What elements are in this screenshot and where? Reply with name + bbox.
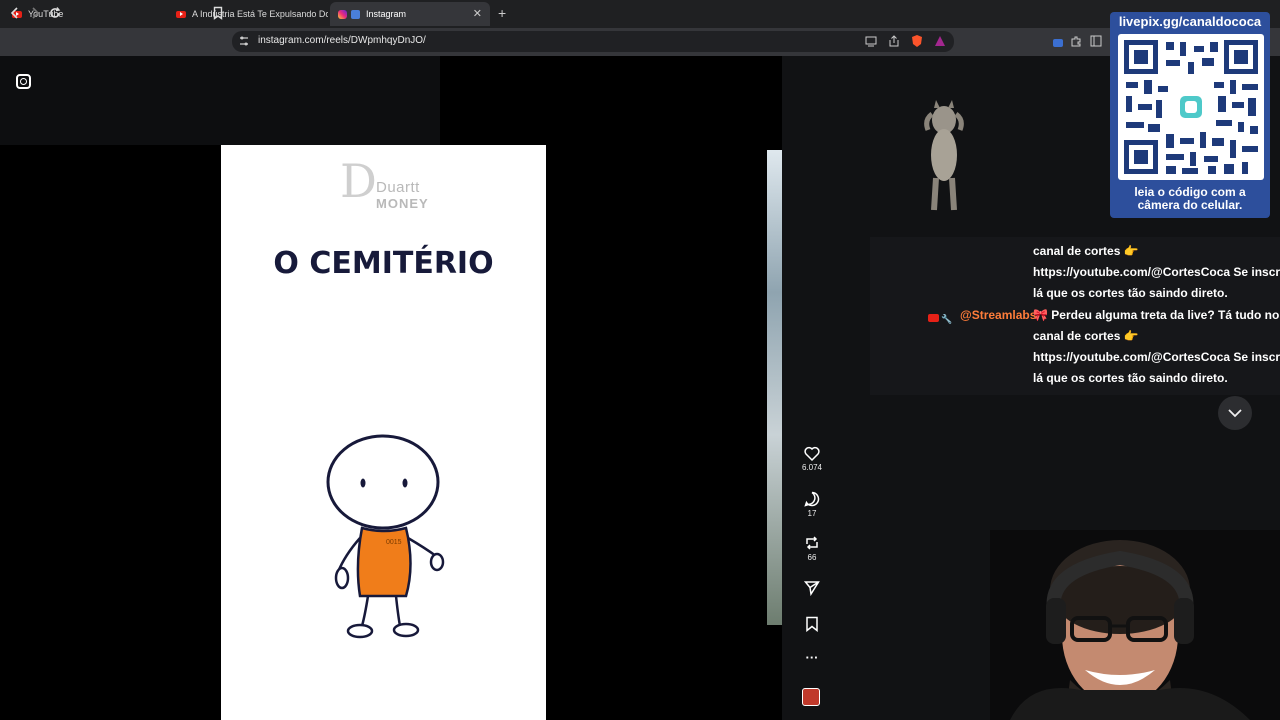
qr-code-graphic (1124, 40, 1258, 174)
brave-rewards-icon[interactable] (934, 35, 946, 49)
url-text[interactable]: instagram.com/reels/DWpmhqyDnJO/ (258, 35, 426, 46)
tab-instagram[interactable]: Instagram ✕ (330, 2, 490, 26)
shirt-number: 0015 (386, 539, 402, 546)
comment-count: 17 (807, 509, 817, 518)
chat-message-line: https://youtube.com/@CortesCoca Se inscr… (1033, 350, 1280, 364)
chat-message-line: lá que os cortes tão saindo direto. (1033, 286, 1228, 300)
duartt-logo-mark: D (340, 154, 377, 208)
cast-icon[interactable] (865, 35, 877, 49)
logo-text-top: Duartt (376, 179, 420, 196)
instagram-icon[interactable] (16, 74, 31, 89)
qr-code (1118, 34, 1264, 180)
sidebar-icon[interactable] (1090, 35, 1102, 49)
chat-message-line: canal de cortes 👉 (1033, 329, 1139, 343)
instagram-icon (338, 9, 347, 19)
chat-message-line: canal de cortes 👉 (1033, 244, 1139, 258)
chat-message-line: 🎀 Perdeu alguma treta da live? Tá tudo n… (1033, 308, 1280, 322)
audio-avatar[interactable] (802, 688, 820, 706)
chevron-right-icon (32, 7, 40, 19)
chat-message-line: https://youtube.com/@CortesCoca Se inscr… (1033, 265, 1280, 279)
more-options-button[interactable]: ··· (798, 650, 826, 665)
repost-button[interactable]: 66 (798, 535, 826, 562)
bookmark-icon (213, 6, 223, 20)
save-button[interactable] (798, 616, 826, 632)
back-button[interactable] (9, 6, 21, 22)
page-header-band (0, 56, 440, 145)
new-tab-button[interactable]: + (498, 5, 506, 21)
chat-username: @Streamlabs (960, 308, 1037, 322)
wrench-badge-icon: 🔧 (941, 314, 953, 324)
bookmark-button[interactable] (212, 6, 224, 22)
comment-icon (804, 491, 820, 507)
repost-icon (806, 536, 818, 550)
chevron-left-icon (10, 7, 18, 19)
tab-industria-video[interactable]: A Indústria Está Te Expulsando Do G (168, 2, 328, 26)
chevron-down-icon (1228, 409, 1242, 418)
qr-instructions: leia o código com a câmera do celular. (1110, 186, 1270, 212)
dancing-wolf-overlay (924, 100, 964, 211)
reload-icon (50, 7, 61, 18)
extensions-puzzle-icon[interactable] (1070, 35, 1082, 49)
chat-message-line: lá que os cortes tão saindo direto. (1033, 371, 1228, 385)
qr-instructions-line2: câmera do celular. (1137, 198, 1243, 212)
logo-text-bottom: MONEY (376, 196, 429, 211)
share-button[interactable] (798, 580, 826, 596)
qr-header: livepix.gg/canaldococa (1118, 14, 1262, 29)
next-reel-button[interactable] (1218, 396, 1252, 430)
like-button[interactable]: 6.074 (798, 446, 826, 472)
streamer-webcam (990, 530, 1280, 720)
site-info-icon[interactable] (238, 35, 250, 49)
reload-button[interactable] (48, 6, 62, 22)
youtube-badge-icon (928, 314, 939, 322)
brave-shields-icon[interactable] (911, 34, 923, 50)
more-icon: ··· (805, 650, 819, 665)
like-count: 6.074 (801, 463, 823, 472)
comment-button[interactable]: 17 (798, 491, 826, 518)
youtube-icon (176, 10, 186, 18)
stick-figure-illustration: 0015 (326, 434, 445, 639)
heart-icon (804, 446, 820, 461)
repost-count: 66 (807, 553, 817, 562)
send-icon (804, 581, 820, 596)
next-reel-preview[interactable] (767, 150, 782, 625)
close-icon[interactable]: ✕ (473, 7, 482, 20)
share-icon[interactable] (888, 35, 900, 49)
extension-icon[interactable] (1052, 36, 1064, 50)
tab-label: Instagram (366, 9, 407, 19)
bookmark-icon (806, 616, 818, 632)
chat-badges: 🔧 (928, 309, 952, 327)
forward-button[interactable] (29, 6, 41, 22)
reel-title: O CEMITÉRIO (273, 246, 494, 281)
container-icon (351, 9, 360, 19)
